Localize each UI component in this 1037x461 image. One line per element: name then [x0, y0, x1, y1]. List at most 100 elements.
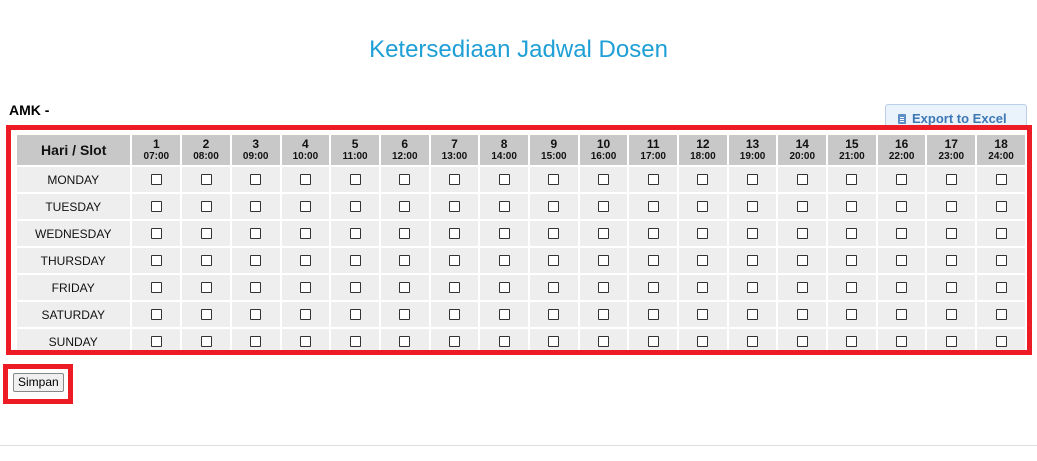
availability-checkbox[interactable] [896, 254, 908, 266]
availability-checkbox[interactable] [150, 281, 162, 293]
availability-checkbox[interactable] [399, 227, 411, 239]
availability-checkbox[interactable] [995, 200, 1007, 212]
availability-checkbox[interactable] [995, 227, 1007, 239]
availability-checkbox[interactable] [349, 335, 361, 347]
availability-checkbox[interactable] [399, 254, 411, 266]
availability-checkbox[interactable] [945, 281, 957, 293]
availability-checkbox[interactable] [846, 200, 858, 212]
availability-checkbox[interactable] [747, 281, 759, 293]
availability-checkbox[interactable] [250, 227, 262, 239]
availability-checkbox[interactable] [299, 173, 311, 185]
availability-checkbox[interactable] [846, 227, 858, 239]
availability-checkbox[interactable] [399, 335, 411, 347]
availability-checkbox[interactable] [995, 281, 1007, 293]
availability-checkbox[interactable] [498, 308, 510, 320]
availability-checkbox[interactable] [846, 254, 858, 266]
availability-checkbox[interactable] [647, 308, 659, 320]
availability-checkbox[interactable] [995, 308, 1007, 320]
availability-checkbox[interactable] [250, 200, 262, 212]
availability-checkbox[interactable] [448, 254, 460, 266]
availability-checkbox[interactable] [697, 227, 709, 239]
availability-checkbox[interactable] [150, 254, 162, 266]
availability-checkbox[interactable] [796, 308, 808, 320]
availability-checkbox[interactable] [399, 281, 411, 293]
availability-checkbox[interactable] [349, 200, 361, 212]
availability-checkbox[interactable] [250, 173, 262, 185]
availability-checkbox[interactable] [250, 281, 262, 293]
availability-checkbox[interactable] [995, 335, 1007, 347]
availability-checkbox[interactable] [598, 173, 609, 185]
availability-checkbox[interactable] [498, 200, 510, 212]
availability-checkbox[interactable] [697, 308, 709, 320]
availability-checkbox[interactable] [995, 173, 1007, 185]
availability-checkbox[interactable] [200, 254, 212, 266]
availability-checkbox[interactable] [200, 335, 212, 347]
availability-checkbox[interactable] [697, 335, 709, 347]
availability-checkbox[interactable] [200, 227, 212, 239]
availability-checkbox[interactable] [896, 335, 908, 347]
availability-checkbox[interactable] [548, 335, 560, 347]
availability-checkbox[interactable] [299, 254, 311, 266]
availability-checkbox[interactable] [945, 173, 957, 185]
availability-checkbox[interactable] [647, 254, 659, 266]
availability-checkbox[interactable] [796, 200, 808, 212]
availability-checkbox[interactable] [846, 308, 858, 320]
availability-checkbox[interactable] [448, 308, 460, 320]
availability-checkbox[interactable] [150, 335, 162, 347]
availability-checkbox[interactable] [598, 227, 609, 239]
availability-checkbox[interactable] [846, 173, 858, 185]
availability-checkbox[interactable] [349, 281, 361, 293]
availability-checkbox[interactable] [697, 173, 709, 185]
availability-checkbox[interactable] [846, 281, 858, 293]
availability-checkbox[interactable] [150, 173, 162, 185]
availability-checkbox[interactable] [200, 173, 212, 185]
availability-checkbox[interactable] [200, 200, 212, 212]
availability-checkbox[interactable] [299, 227, 311, 239]
availability-checkbox[interactable] [200, 281, 212, 293]
availability-checkbox[interactable] [299, 308, 311, 320]
availability-checkbox[interactable] [250, 335, 262, 347]
availability-checkbox[interactable] [448, 227, 460, 239]
availability-checkbox[interactable] [747, 254, 759, 266]
availability-checkbox[interactable] [548, 308, 560, 320]
availability-checkbox[interactable] [548, 281, 560, 293]
availability-checkbox[interactable] [796, 335, 808, 347]
availability-checkbox[interactable] [796, 254, 808, 266]
availability-checkbox[interactable] [150, 227, 162, 239]
availability-checkbox[interactable] [349, 227, 361, 239]
availability-checkbox[interactable] [697, 200, 709, 212]
availability-checkbox[interactable] [945, 227, 957, 239]
availability-checkbox[interactable] [747, 227, 759, 239]
availability-checkbox[interactable] [548, 254, 560, 266]
availability-checkbox[interactable] [399, 308, 411, 320]
availability-checkbox[interactable] [896, 173, 908, 185]
availability-checkbox[interactable] [598, 254, 609, 266]
availability-checkbox[interactable] [498, 227, 510, 239]
availability-checkbox[interactable] [200, 308, 212, 320]
availability-checkbox[interactable] [349, 254, 361, 266]
availability-checkbox[interactable] [896, 308, 908, 320]
availability-checkbox[interactable] [945, 254, 957, 266]
availability-checkbox[interactable] [896, 227, 908, 239]
availability-checkbox[interactable] [598, 200, 609, 212]
availability-checkbox[interactable] [299, 281, 311, 293]
availability-checkbox[interactable] [945, 335, 957, 347]
availability-checkbox[interactable] [747, 200, 759, 212]
availability-checkbox[interactable] [598, 281, 609, 293]
availability-checkbox[interactable] [697, 254, 709, 266]
availability-checkbox[interactable] [349, 308, 361, 320]
availability-checkbox[interactable] [647, 281, 659, 293]
availability-checkbox[interactable] [250, 308, 262, 320]
availability-checkbox[interactable] [448, 173, 460, 185]
availability-checkbox[interactable] [548, 200, 560, 212]
availability-checkbox[interactable] [498, 173, 510, 185]
availability-checkbox[interactable] [498, 254, 510, 266]
availability-checkbox[interactable] [896, 200, 908, 212]
availability-checkbox[interactable] [796, 281, 808, 293]
availability-checkbox[interactable] [448, 200, 460, 212]
availability-checkbox[interactable] [747, 173, 759, 185]
save-button[interactable]: Simpan [13, 373, 64, 392]
availability-checkbox[interactable] [399, 173, 411, 185]
availability-checkbox[interactable] [846, 335, 858, 347]
availability-checkbox[interactable] [299, 335, 311, 347]
